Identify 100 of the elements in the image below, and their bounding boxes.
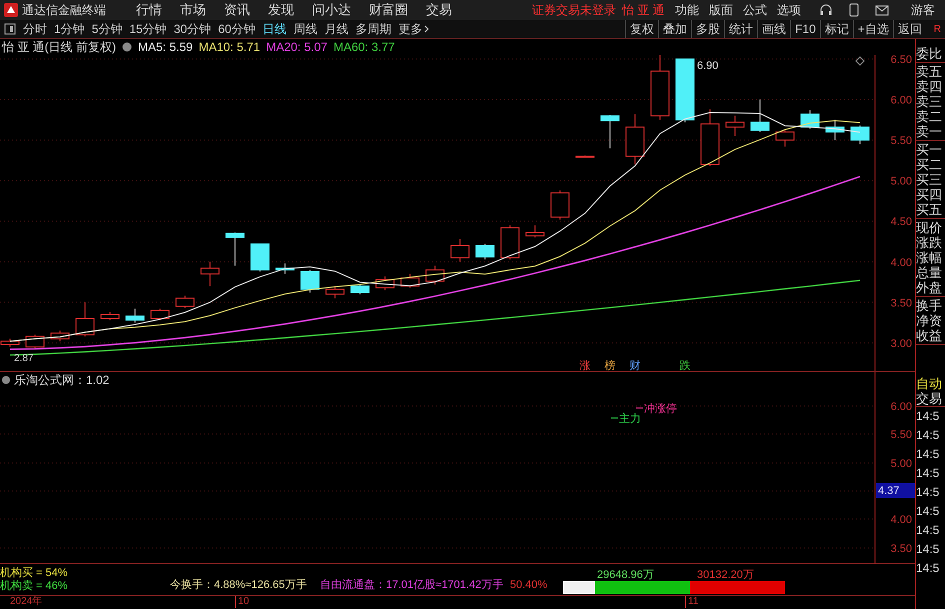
candle	[626, 114, 644, 165]
indicator-axis-label: 3.50	[890, 543, 912, 555]
app-logo-icon	[4, 3, 18, 17]
indicator-axis-label: 5.00	[890, 458, 912, 470]
candle	[476, 243, 494, 260]
current-value-label: 4.37	[878, 485, 900, 497]
candle	[600, 114, 620, 149]
low-price-label: 2.87	[14, 353, 34, 364]
tool-menu-item[interactable]: 选项	[777, 1, 801, 19]
user-label[interactable]: 游客	[911, 1, 935, 19]
toolbar-action[interactable]: 统计	[724, 20, 758, 38]
candle	[726, 115, 744, 137]
candle	[826, 119, 844, 141]
trade-time: 14:5	[916, 427, 940, 444]
price-axis-label: 6.50	[890, 55, 912, 66]
quote-field-label: 换手	[916, 298, 943, 313]
toolbar-action[interactable]: 复权	[625, 20, 658, 38]
trade-time: 14:5	[916, 541, 940, 558]
mail-icon[interactable]	[875, 4, 889, 16]
trade-status: 证券交易未登录	[532, 2, 616, 19]
candle	[76, 302, 94, 337]
period-tab[interactable]: 月线	[324, 20, 348, 38]
candle	[526, 224, 544, 238]
period-tab[interactable]: 1分钟	[54, 20, 85, 38]
price-axis-label: 5.50	[890, 135, 912, 148]
period-tab[interactable]: 15分钟	[129, 20, 167, 38]
candle	[650, 55, 670, 120]
trade-time: 14:5	[916, 446, 940, 463]
inflow-value: 29648.96万	[597, 568, 655, 581]
period-tab[interactable]: 多周期	[355, 20, 392, 38]
candle	[250, 243, 270, 272]
trade-time: 14:5	[916, 503, 940, 520]
toolbar-action[interactable]: F10	[790, 20, 820, 38]
trade-time: 14:5	[916, 484, 940, 501]
diamond-icon[interactable]	[855, 56, 865, 66]
ma-value: MA20: 5.07	[266, 39, 328, 56]
toolbar-action[interactable]: 多股	[691, 20, 724, 38]
toolbar-action[interactable]: 返回	[892, 20, 926, 38]
menu-item[interactable]: 财富圈	[369, 0, 408, 20]
float-shares-text: 自由流通盘：17.01亿股≈1701.42万手	[320, 578, 504, 592]
price-axis-label: 3.00	[890, 338, 912, 350]
period-tab[interactable]: 60分钟	[218, 20, 256, 38]
event-marker[interactable]: 榜	[604, 360, 616, 371]
candle	[550, 190, 570, 220]
settings-icon[interactable]	[2, 376, 10, 384]
menu-item[interactable]: 发现	[268, 0, 294, 20]
date-axis-label: 10	[235, 596, 685, 608]
trade-time: 14:5	[916, 465, 940, 482]
candle	[576, 155, 594, 158]
corner-label: R	[934, 22, 941, 36]
candle	[800, 110, 820, 130]
phone-icon[interactable]	[849, 3, 859, 17]
price-axis-label: 3.50	[890, 297, 912, 310]
event-marker[interactable]: 财	[630, 360, 640, 371]
toolbar-action[interactable]: 画线	[757, 20, 790, 38]
auto-label[interactable]: 自动	[916, 376, 945, 391]
tool-menu-item[interactable]: 公式	[743, 1, 767, 19]
menu-item[interactable]: 资讯	[224, 0, 250, 20]
toolbar-action[interactable]: +自选	[852, 20, 893, 38]
ma-value: MA5: 5.59	[138, 39, 193, 56]
menu-item[interactable]: 问小达	[312, 0, 351, 20]
panel-toggle-icon[interactable]	[4, 23, 16, 35]
trade-time: 14:5	[916, 408, 940, 425]
trade-time: 14:5	[916, 522, 940, 539]
tool-menu-item[interactable]: 功能	[675, 1, 699, 19]
period-tab[interactable]: 5分钟	[92, 20, 122, 38]
quote-field-label: 委比	[916, 46, 943, 61]
candle	[150, 308, 170, 321]
quote-field-label: 涨跌	[916, 235, 943, 250]
period-tab[interactable]: 分时	[23, 20, 47, 38]
toolbar-action[interactable]: 标记	[820, 20, 853, 38]
quote-field-label: 现价	[916, 220, 943, 235]
ratio-text: 50.40%	[510, 578, 548, 592]
candle	[426, 265, 444, 285]
toolbar-action[interactable]: 叠加	[658, 20, 692, 38]
trade-header: 交易	[916, 391, 945, 407]
settings-icon[interactable]	[122, 42, 132, 52]
event-marker[interactable]: 跌	[680, 360, 690, 371]
tool-menu-item[interactable]: 版面	[709, 1, 733, 19]
outflow-value: 30132.20万	[697, 568, 754, 581]
quote-field-label: 买三	[916, 172, 943, 187]
chevron-right-icon	[424, 25, 430, 33]
menu-item[interactable]: 行情	[136, 0, 162, 20]
price-axis-label: 5.00	[890, 176, 912, 188]
event-marker[interactable]: 涨	[580, 360, 590, 371]
indicator-axis-label: 6.00	[890, 401, 912, 413]
period-tab[interactable]: 30分钟	[174, 20, 212, 38]
period-tab[interactable]: 周线	[293, 20, 318, 38]
candle	[700, 108, 720, 167]
menu-item[interactable]: 市场	[180, 0, 206, 20]
price-axis-label: 4.50	[890, 216, 912, 228]
headset-icon[interactable]	[819, 3, 833, 17]
trade-time: 14:5	[916, 560, 940, 577]
period-tab[interactable]: 日线	[262, 20, 286, 38]
menu-item[interactable]: 交易	[426, 0, 452, 20]
more-periods-button[interactable]: 更多	[398, 20, 430, 38]
candle	[226, 232, 244, 266]
candle	[376, 276, 394, 291]
price-axis-label: 6.00	[890, 94, 912, 107]
quote-field-label: 总量	[916, 265, 943, 280]
